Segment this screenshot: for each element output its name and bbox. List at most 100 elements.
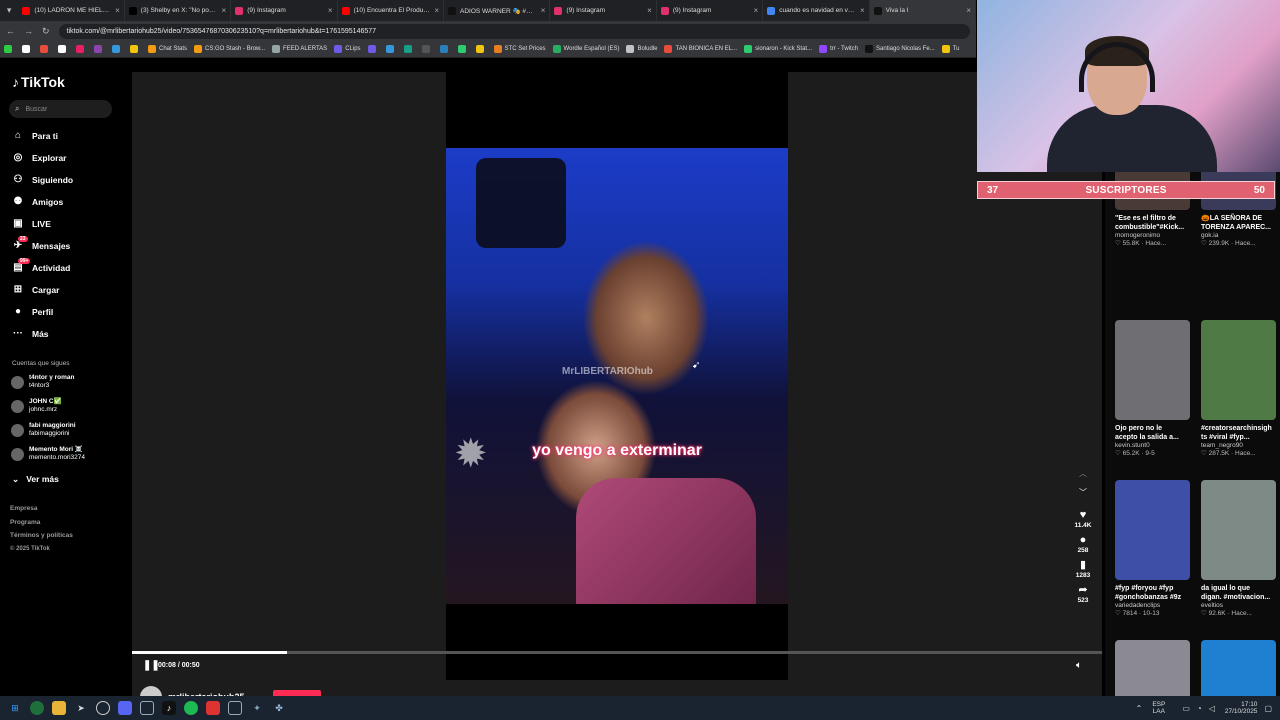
- forward-arrow-icon[interactable]: →: [24, 26, 33, 36]
- bookmark-item[interactable]: TAN BIONICA EN EL...: [664, 45, 737, 53]
- spotify-icon[interactable]: [184, 701, 198, 715]
- video-progress-bar[interactable]: [132, 651, 1102, 654]
- sidebar-item-live[interactable]: ▣ LIVE: [12, 218, 51, 229]
- close-icon[interactable]: ×: [115, 6, 120, 15]
- file-explorer-icon[interactable]: [52, 701, 66, 715]
- close-icon[interactable]: ×: [434, 6, 439, 15]
- bookmark-item[interactable]: [367, 45, 379, 53]
- wifi-icon[interactable]: ◔: [1197, 704, 1202, 713]
- bookmark-item[interactable]: STC Set Prices: [493, 45, 546, 53]
- close-icon[interactable]: ×: [860, 6, 865, 15]
- keyboard-language[interactable]: ESP LAA: [1152, 701, 1165, 715]
- bookmark-item[interactable]: [421, 45, 433, 53]
- bookmark-item[interactable]: trr - Twitch: [819, 45, 858, 53]
- monitor-icon[interactable]: [140, 701, 154, 715]
- bookmark-item[interactable]: [457, 45, 469, 53]
- bookmark-item[interactable]: [94, 45, 105, 53]
- following-account[interactable]: JOHN C✅ johnc.mrz: [11, 398, 62, 414]
- sidebar-item-profile[interactable]: ● Perfil: [12, 306, 53, 317]
- browser-tab[interactable]: (10) LADRÓN ME HIELA LA SA×: [18, 0, 125, 21]
- close-icon[interactable]: ×: [647, 6, 652, 15]
- bookmark-item[interactable]: [385, 45, 397, 53]
- browser-tab[interactable]: Viva la l ×: [869, 0, 976, 21]
- volume-icon[interactable]: 🔈︎: [1076, 660, 1082, 671]
- sidebar-item-upload[interactable]: ⊞ Cargar: [12, 284, 60, 295]
- close-icon[interactable]: ×: [966, 6, 971, 15]
- bookmark-item[interactable]: [475, 45, 487, 53]
- bookmark-item[interactable]: Boludle: [626, 45, 657, 53]
- bookmark-item[interactable]: Wordle Español (ES): [552, 45, 619, 53]
- sidebar-item-activity[interactable]: ▤ 99+ Actividad: [12, 258, 70, 273]
- network-icon[interactable]: ▭: [1182, 704, 1190, 713]
- close-icon[interactable]: ×: [328, 6, 333, 15]
- browser-tab[interactable]: (10) Encuentra El Producto Fa×: [338, 0, 444, 21]
- footer-link[interactable]: Programa: [10, 519, 40, 526]
- footer-link[interactable]: Términos y políticas: [10, 532, 73, 539]
- sidebar-item-more[interactable]: ··· Más: [12, 328, 49, 339]
- sidebar-item-home[interactable]: ⌂ Para ti: [12, 130, 58, 141]
- bookmark-item[interactable]: [112, 45, 123, 53]
- see-more-button[interactable]: ⌄ Ver más: [12, 474, 59, 485]
- tab-search-icon[interactable]: ▾: [0, 0, 18, 21]
- bookmark-item[interactable]: [40, 45, 51, 53]
- address-bar-input[interactable]: tiktok.com/@mrlibertariohub25/video/7536…: [58, 23, 970, 39]
- bookmark-item[interactable]: FEED ALERTAS: [272, 45, 327, 53]
- browser-tab[interactable]: (9) Instagram ×: [657, 0, 764, 21]
- following-account[interactable]: Memento Mori ☠️ memento.mori3274: [11, 446, 85, 462]
- bookmark-item[interactable]: [4, 45, 15, 53]
- steam-icon[interactable]: ➤: [74, 701, 88, 715]
- notifications-icon[interactable]: ▢: [1264, 704, 1272, 713]
- video-player[interactable]: MrLIBERTARIOhub ✹ yo vengo a exterminar: [446, 72, 788, 680]
- chrome-icon[interactable]: [30, 701, 44, 715]
- bookmark-item[interactable]: CLips: [334, 45, 361, 53]
- browser-tab[interactable]: (9) Instagram ×: [550, 0, 657, 21]
- obs-icon[interactable]: [96, 701, 110, 715]
- close-icon[interactable]: ×: [541, 6, 546, 15]
- bookmark-item[interactable]: Chat Stats: [148, 45, 187, 53]
- discord-icon[interactable]: [118, 701, 132, 715]
- calendar-icon[interactable]: [228, 701, 242, 715]
- bookmark-item[interactable]: [403, 45, 415, 53]
- speaker-icon[interactable]: ◁: [1209, 704, 1215, 713]
- bookmark-item[interactable]: [76, 45, 87, 53]
- taskbar-clock[interactable]: 17:10 27/10/2025: [1225, 701, 1258, 715]
- search-input[interactable]: ⌕ Buscar: [9, 100, 112, 118]
- bookmark-item[interactable]: CS:GO Stash - Brow...: [194, 45, 265, 53]
- close-icon[interactable]: ×: [222, 6, 227, 15]
- following-account[interactable]: fabi maggiorini fabimaggiorini: [11, 422, 76, 438]
- bookmark-item[interactable]: [439, 45, 451, 53]
- related-video-card[interactable]: #creatorsearchinsigh ts #viral #fyp... te…: [1201, 320, 1280, 457]
- tiktok-logo[interactable]: ♪ TikTok: [12, 74, 65, 90]
- tiktok-app-icon[interactable]: ♪: [162, 701, 176, 715]
- following-account[interactable]: t4ntor y roman t4ntor3: [11, 374, 75, 390]
- related-video-card[interactable]: Ojo pero no le acepto la salida a... kevi…: [1115, 320, 1195, 457]
- related-video-card[interactable]: da igual lo que digan. #motivacion... eve…: [1201, 480, 1280, 617]
- bookmark-item[interactable]: sionaron - Kick Stat...: [744, 45, 812, 53]
- related-video-card[interactable]: #fyp #foryou #fyp #gonchobanzas #9z varie…: [1115, 480, 1195, 617]
- windows-start-icon[interactable]: ⊞: [8, 701, 22, 715]
- bookmark-item[interactable]: [22, 45, 33, 53]
- bookmark-item[interactable]: Tu: [941, 45, 959, 53]
- sidebar-item-friends[interactable]: ⚉ Amigos: [12, 196, 64, 207]
- scroll-down-icon[interactable]: ﹀: [1068, 487, 1098, 498]
- bookmark-item[interactable]: Santiago Nicolas Fe...: [864, 45, 935, 53]
- browser-tab[interactable]: cuando es navidad en venezu×: [763, 0, 870, 21]
- settings-icon[interactable]: ✤: [272, 701, 286, 715]
- sidebar-item-following[interactable]: ⚇ Siguiendo: [12, 174, 74, 185]
- back-arrow-icon[interactable]: ←: [6, 26, 15, 36]
- vpn-icon[interactable]: ✦: [250, 701, 264, 715]
- heart-button[interactable]: ♥ 11.4K: [1068, 508, 1098, 529]
- app-grid-icon[interactable]: [206, 701, 220, 715]
- bookmark-button[interactable]: ▮ 1283: [1068, 558, 1098, 579]
- footer-link[interactable]: Empresa: [10, 505, 37, 512]
- bookmark-item[interactable]: [58, 45, 69, 53]
- sidebar-item-compass[interactable]: ◎ Explorar: [12, 152, 67, 163]
- browser-tab[interactable]: (3) Shelby en X: "No podrán t ×: [125, 0, 232, 21]
- sidebar-item-messages[interactable]: ✈ 23 Mensajes: [12, 236, 70, 251]
- bookmark-item[interactable]: [130, 45, 141, 53]
- comment-button[interactable]: ● 258: [1068, 533, 1098, 554]
- close-icon[interactable]: ×: [754, 6, 759, 15]
- tray-chevron-icon[interactable]: ⌃: [1136, 704, 1143, 713]
- browser-tab[interactable]: ADIOS WARNER 🎭 #mrrelm ×: [444, 0, 551, 21]
- reload-icon[interactable]: ↻: [42, 26, 50, 37]
